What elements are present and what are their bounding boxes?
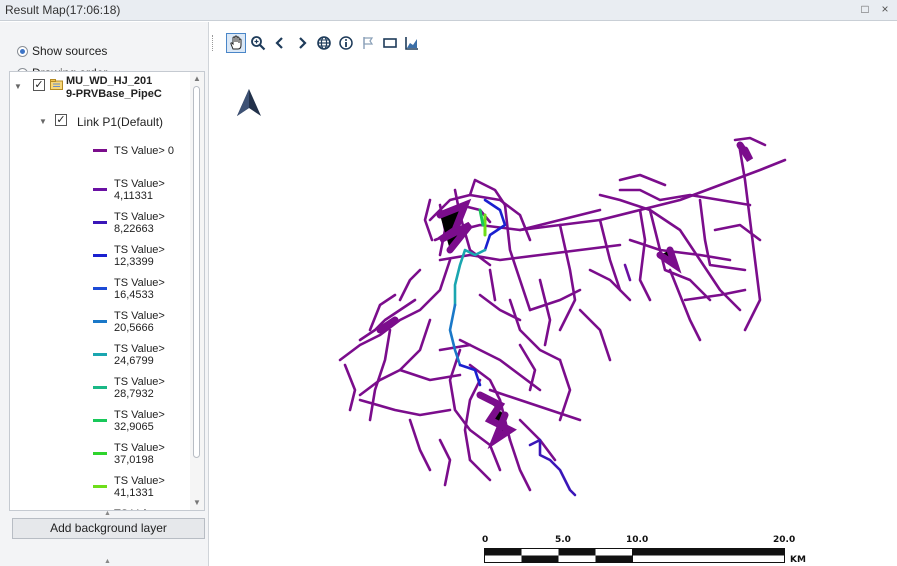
zoom-tool-button[interactable] [248, 33, 268, 53]
layer-name-line1: MU_WD_HJ_201 [66, 75, 153, 87]
legend-swatch [93, 419, 107, 422]
info-tool-button[interactable] [336, 33, 356, 53]
globe-icon [317, 36, 331, 50]
layer-folder-icon [50, 79, 63, 90]
scale-bar-graphic [484, 548, 785, 563]
back-icon [275, 37, 283, 49]
show-sources-label: Show sources [32, 44, 108, 58]
legend-label-line2: 20,5666 [114, 322, 154, 334]
flag-icon [363, 37, 374, 49]
scale-label-10: 10.0 [626, 535, 649, 545]
pan-hand-icon [230, 35, 242, 50]
legend-label-line2: 41,1331 [114, 487, 154, 499]
pipe-network [338, 136, 787, 492]
legend-label-line2: 8,22663 [114, 223, 154, 235]
legend-label-line1: TS Value> [114, 475, 165, 487]
legend-swatch [93, 485, 107, 488]
legend-label-line2: 24,6799 [114, 355, 154, 367]
globe-tool-button[interactable] [314, 33, 334, 53]
info-icon [339, 36, 353, 50]
chart-tool-button[interactable] [402, 33, 422, 53]
link-layer-name[interactable]: Link P1(Default) [77, 115, 163, 129]
legend-label-line2: 4,11331 [114, 190, 153, 202]
scale-label-20: 20.0 [773, 535, 796, 545]
show-sources-option[interactable]: Show sources [17, 42, 107, 60]
add-background-layer-button[interactable]: Add background layer [12, 518, 205, 539]
map-canvas[interactable] [210, 60, 897, 566]
legend-label-line2: 12,3399 [114, 256, 154, 268]
layer-expander-icon[interactable]: ▼ [14, 82, 22, 91]
legend-label-line2: 37,0198 [114, 454, 154, 466]
scale-unit: KM [790, 555, 806, 565]
legend-label-line1: TS Value> [114, 376, 165, 388]
pan-tool-button[interactable] [226, 33, 246, 53]
legend-swatch [93, 188, 107, 191]
splitter-up-icon[interactable]: ▲ [104, 510, 111, 517]
legend-swatch [93, 320, 107, 323]
close-button[interactable]: × [878, 2, 892, 17]
back-tool-button[interactable] [270, 33, 290, 53]
layer-tree[interactable]: ▼ ✓ MU_WD_HJ_201 9-PRVBase_PipeC ▼ ✓ Lin… [9, 71, 205, 511]
legend-swatch [93, 452, 107, 455]
scroll-down-icon[interactable]: ▼ [193, 498, 201, 507]
scale-label-5: 5.0 [555, 535, 571, 545]
legend-swatch [93, 386, 107, 389]
forward-tool-button[interactable] [292, 33, 312, 53]
legend-label-line1: TS Value> [114, 343, 165, 355]
legend-label-line1: TS Value> 0 [114, 145, 175, 157]
legend-label-line2: 28,7932 [114, 388, 154, 400]
legend-label-line1: TS Value> [114, 244, 165, 256]
flag-tool-button[interactable] [358, 33, 378, 53]
layer-tree-scrollbar[interactable]: ▲ ▼ [190, 72, 204, 510]
legend-swatch [93, 254, 107, 257]
legend-label-line1: TS Value> [114, 442, 165, 454]
chart-icon [405, 37, 418, 50]
link-expander-icon[interactable]: ▼ [39, 117, 47, 126]
legend-swatch [93, 221, 107, 224]
forward-icon [299, 37, 307, 49]
layer-name-line2: 9-PRVBase_PipeC [66, 88, 162, 100]
legend-label-line2: 32,9065 [114, 421, 154, 433]
layer-name[interactable]: MU_WD_HJ_201 9-PRVBase_PipeC [66, 75, 162, 101]
layer-checkbox[interactable]: ✓ [33, 79, 45, 91]
legend-swatch [93, 287, 107, 290]
scroll-up-icon[interactable]: ▲ [193, 74, 201, 83]
link-checkbox[interactable]: ✓ [55, 114, 67, 126]
legend-swatch [93, 353, 107, 356]
legend-label-line1: TS Value> [114, 409, 165, 421]
restore-button[interactable]: □ [858, 2, 872, 17]
splitter-handle-icon[interactable]: ▲ [104, 558, 111, 565]
legend-swatch [93, 149, 107, 152]
legend-label-line1: TS Value> [114, 178, 165, 190]
scale-bar: 0 5.0 10.0 20.0 KM [470, 535, 830, 566]
dense-node-clusters [376, 141, 754, 450]
rectangle-icon [383, 38, 397, 48]
legend-label-line1: TS Value> [114, 310, 165, 322]
window-title: Result Map(17:06:18) [5, 3, 121, 17]
legend-label-line1: TS Valu [114, 508, 152, 510]
legend-label-line2: 16,4533 [114, 289, 154, 301]
show-sources-radio[interactable] [17, 45, 28, 57]
legend-label-line1: TS Value> [114, 211, 165, 223]
scroll-thumb[interactable] [193, 86, 200, 458]
window-titlebar: Result Map(17:06:18) □ × [0, 0, 897, 21]
legend-label-line1: TS Value> [114, 277, 165, 289]
toolbar-grip[interactable] [212, 35, 216, 51]
scale-label-0: 0 [482, 535, 489, 545]
rectangle-tool-button[interactable] [380, 33, 400, 53]
zoom-icon [251, 36, 266, 51]
